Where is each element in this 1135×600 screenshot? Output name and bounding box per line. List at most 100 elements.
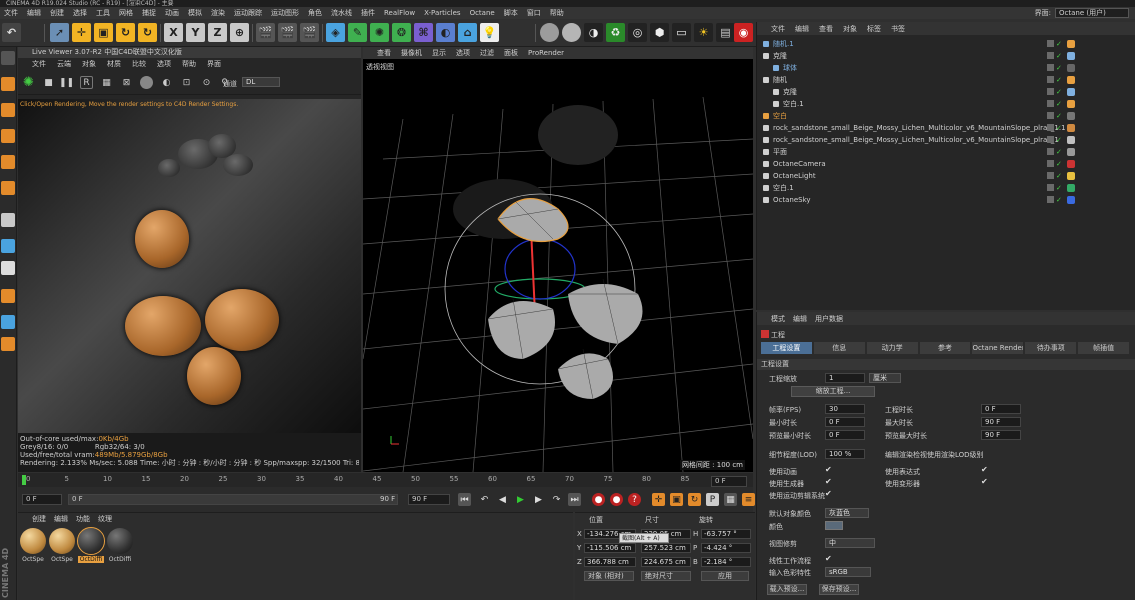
object-tag-icon[interactable]	[1067, 148, 1075, 156]
coord-apply-button[interactable]: 应用	[701, 571, 749, 581]
enabled-check-icon[interactable]: ✓	[1056, 194, 1062, 206]
key-selection-icon[interactable]: ?	[628, 493, 641, 506]
visibility-toggle[interactable]	[1047, 184, 1054, 191]
lv-material-icon[interactable]	[140, 76, 153, 89]
timeline-ruler[interactable]: 051015202530354045505560657075808590	[18, 473, 753, 487]
y-axis-lock-icon[interactable]: Y	[186, 23, 205, 42]
key-rotation-icon[interactable]: ↻	[688, 493, 701, 506]
lv-region-icon[interactable]: R	[80, 76, 93, 89]
menu-render[interactable]: 渲染	[211, 8, 225, 18]
material-swatch[interactable]	[49, 528, 75, 554]
lv-clay-icon[interactable]: ⊠	[120, 76, 133, 89]
next-frame-icon[interactable]: ▶	[532, 493, 545, 506]
rot-h-field[interactable]: -63.757 °	[701, 529, 751, 539]
menu-octane[interactable]: Octane	[470, 9, 495, 17]
play-icon[interactable]: ▶	[514, 493, 527, 506]
go-start-icon[interactable]: ⏮	[458, 493, 471, 506]
object-row[interactable]: OctaneCamera ✓	[757, 158, 1135, 170]
enabled-check-icon[interactable]: ✓	[1056, 38, 1062, 50]
visibility-toggle[interactable]	[1047, 172, 1054, 179]
environment-icon[interactable]: ◐	[436, 23, 455, 42]
object-row[interactable]: 平面 ✓	[757, 146, 1135, 158]
am-menu-userdata[interactable]: 用户数据	[815, 314, 843, 324]
recent-tool-icon[interactable]: ↻	[138, 23, 157, 42]
save-preset-button[interactable]: 保存预设...	[819, 584, 859, 595]
octane-sphere-icon[interactable]	[540, 23, 559, 42]
cube-icon[interactable]: ◈	[326, 23, 345, 42]
lv-menu-file[interactable]: 文件	[32, 59, 46, 69]
menu-create[interactable]: 创建	[50, 8, 64, 18]
octane-sun-icon[interactable]: ☀	[694, 23, 713, 42]
load-preset-button[interactable]: 载入预设...	[767, 584, 807, 595]
om-menu-file[interactable]: 文件	[771, 24, 785, 34]
visibility-toggle[interactable]	[1047, 52, 1054, 59]
vp-menu-options[interactable]: 选项	[456, 48, 470, 58]
lv-focus-icon[interactable]: ⊙	[200, 76, 213, 89]
min-time-field[interactable]: 0 F	[825, 417, 865, 427]
scale-icon[interactable]: ▣	[94, 23, 113, 42]
lv-refresh-icon[interactable]: ✺	[22, 75, 35, 90]
use-motion-checkbox[interactable]: ✔	[825, 489, 832, 498]
lock-workplane-icon[interactable]	[1, 337, 15, 351]
visibility-toggle[interactable]	[1047, 64, 1054, 71]
object-row[interactable]: 克隆 ✓	[757, 50, 1135, 62]
object-row[interactable]: OctaneLight ✓	[757, 170, 1135, 182]
object-tag-icon[interactable]	[1067, 88, 1075, 96]
tab-frame-interpolation[interactable]: 帧插值	[1078, 342, 1130, 354]
coord-size-mode-dropdown[interactable]: 绝对尺寸	[641, 571, 691, 581]
lv-lock-icon[interactable]: ▦	[100, 76, 113, 89]
enabled-check-icon[interactable]: ✓	[1056, 74, 1062, 86]
material-swatch-selected[interactable]	[77, 527, 105, 555]
use-deformers-checkbox[interactable]: ✔	[981, 477, 988, 486]
object-row[interactable]: 随机 ✓	[757, 74, 1135, 86]
lv-menu-cloud[interactable]: 云端	[57, 59, 71, 69]
vp-menu-panel[interactable]: 面板	[504, 48, 518, 58]
enabled-check-icon[interactable]: ✓	[1056, 62, 1062, 74]
max-time-field[interactable]: 90 F	[981, 417, 1021, 427]
lv-channel-dropdown[interactable]: DL	[242, 77, 280, 87]
deformer-icon[interactable]: ⌘	[414, 23, 433, 42]
object-tag-icon[interactable]	[1067, 76, 1075, 84]
pos-y-field[interactable]: -115.506 cm	[584, 543, 636, 553]
camera-icon[interactable]: ⌂	[458, 23, 477, 42]
workplane-icon[interactable]	[1, 315, 15, 329]
enabled-check-icon[interactable]: ✓	[1056, 98, 1062, 110]
enabled-check-icon[interactable]: ✓	[1056, 170, 1062, 182]
menu-mesh[interactable]: 网格	[119, 8, 133, 18]
octane-tone-icon[interactable]: ◑	[584, 23, 603, 42]
object-tag-icon[interactable]	[1067, 52, 1075, 60]
tab-info[interactable]: 信息	[813, 342, 865, 354]
subdivision-icon[interactable]: ✺	[370, 23, 389, 42]
octane-refresh-icon[interactable]: ♻	[606, 23, 625, 42]
go-end-icon[interactable]: ⏭	[568, 493, 581, 506]
key-param-icon[interactable]: P	[706, 493, 719, 506]
tab-reference[interactable]: 参考	[919, 342, 971, 354]
preview-max-field[interactable]: 90 F	[981, 430, 1021, 440]
object-row[interactable]: 空白.1 ✓	[757, 182, 1135, 194]
menu-plugins[interactable]: 插件	[361, 8, 375, 18]
object-tag-icon[interactable]	[1067, 136, 1075, 144]
magnet-icon[interactable]	[1, 289, 15, 303]
key-scale-icon[interactable]: ▣	[670, 493, 683, 506]
enabled-check-icon[interactable]: ✓	[1056, 146, 1062, 158]
coord-mode-dropdown[interactable]: 对象 (相对)	[584, 571, 634, 581]
vp-menu-filter[interactable]: 过滤	[480, 48, 494, 58]
lv-menu-options[interactable]: 选项	[157, 59, 171, 69]
am-menu-edit[interactable]: 编辑	[793, 314, 807, 324]
tab-dynamics[interactable]: 动力学	[866, 342, 918, 354]
object-color-dropdown[interactable]: 灰蓝色	[825, 508, 869, 518]
enabled-check-icon[interactable]: ✓	[1056, 86, 1062, 98]
coordinate-system-icon[interactable]: ⊕	[230, 23, 249, 42]
object-row[interactable]: 克隆 ✓	[757, 86, 1135, 98]
object-tag-icon[interactable]	[1067, 184, 1075, 192]
visibility-toggle[interactable]	[1047, 160, 1054, 167]
lv-picker-icon[interactable]: ⊡	[180, 76, 193, 89]
mat-menu-texture[interactable]: 纹理	[98, 514, 112, 524]
object-tag-icon[interactable]	[1067, 172, 1075, 180]
render-view-icon[interactable]: 🎬	[256, 23, 275, 42]
vp-menu-view[interactable]: 查看	[377, 48, 391, 58]
render-picture-viewer-icon[interactable]: 🎬	[278, 23, 297, 42]
object-row[interactable]: OctaneSky ✓	[757, 194, 1135, 206]
visibility-toggle[interactable]	[1047, 88, 1054, 95]
mat-menu-create[interactable]: 创建	[32, 514, 46, 524]
